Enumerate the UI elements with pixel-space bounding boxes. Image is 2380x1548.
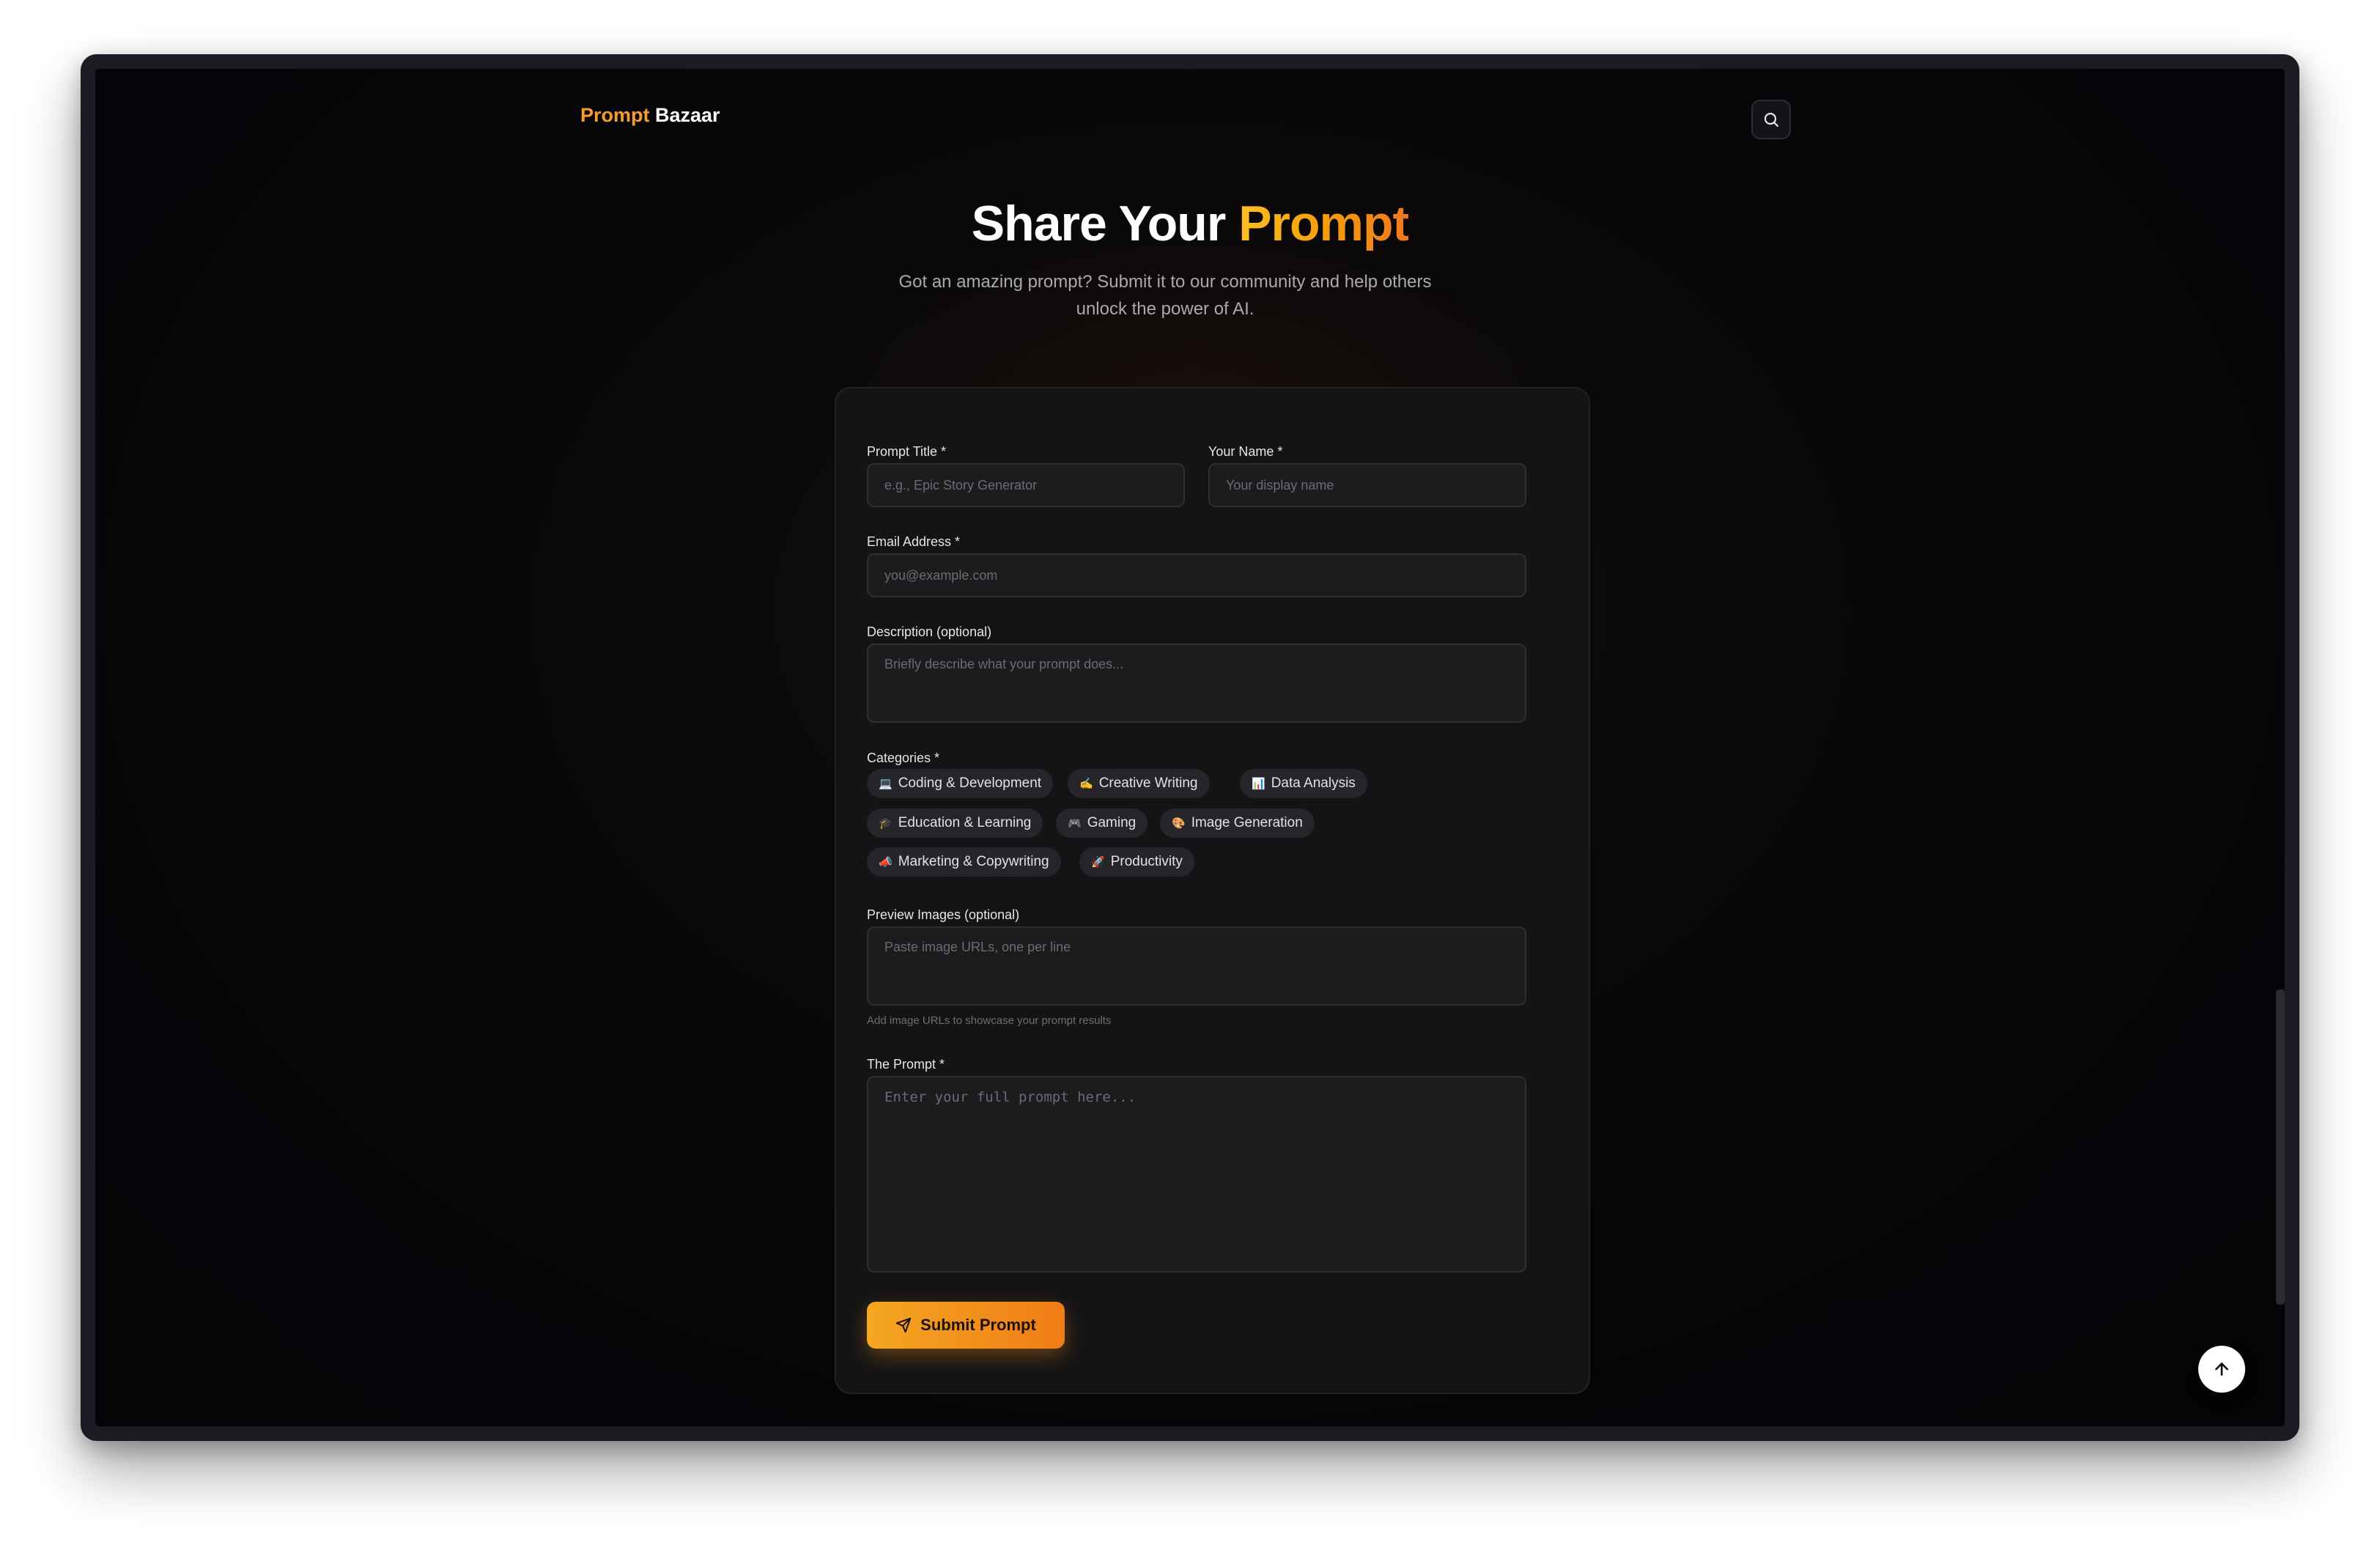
- preview-images-textarea[interactable]: [867, 926, 1526, 1006]
- preview-images-label: Preview Images (optional): [867, 907, 1020, 922]
- brand-name-rest: Bazaar: [649, 104, 720, 126]
- search-button[interactable]: [1751, 100, 1791, 139]
- category-chip-label: Creative Writing: [1098, 775, 1198, 791]
- browser-frame: Prompt Bazaar Share Your Prompt Got an a…: [81, 54, 2299, 1441]
- brand-logo[interactable]: Prompt Bazaar: [580, 104, 720, 127]
- page-title-plain: Share Your: [971, 196, 1239, 251]
- game-controller-icon: 🎮: [1068, 817, 1082, 830]
- email-input[interactable]: [867, 553, 1526, 597]
- category-chip-label: Education & Learning: [898, 815, 1032, 830]
- prompt-title-input[interactable]: [867, 463, 1185, 507]
- page-title-accent: Prompt: [1238, 196, 1409, 251]
- preview-images-hint: Add image URLs to showcase your prompt r…: [867, 1014, 1112, 1027]
- arrow-up-icon: [2215, 1363, 2228, 1376]
- category-chip-productivity[interactable]: 🚀 Productivity: [1079, 847, 1194, 877]
- description-label: Description (optional): [867, 624, 992, 639]
- prompt-label: The Prompt *: [867, 1057, 945, 1072]
- your-name-label: Your Name *: [1208, 444, 1283, 459]
- description-textarea[interactable]: [867, 644, 1526, 723]
- prompt-textarea[interactable]: [867, 1076, 1526, 1272]
- megaphone-icon: 📣: [879, 856, 892, 869]
- palette-icon: 🎨: [1172, 817, 1186, 830]
- your-name-input[interactable]: [1208, 463, 1526, 507]
- category-chip-label: Data Analysis: [1271, 775, 1356, 791]
- category-chip-label: Coding & Development: [898, 775, 1042, 791]
- page-subtitle: Got an amazing prompt? Submit it to our …: [898, 272, 1432, 319]
- laptop-icon: 💻: [879, 778, 892, 790]
- rocket-icon: 🚀: [1091, 856, 1105, 869]
- category-chip-education[interactable]: 🎓 Education & Learning: [867, 808, 1043, 838]
- page-scrollbar[interactable]: [2276, 989, 2285, 1305]
- category-chip-coding[interactable]: 💻 Coding & Development: [867, 769, 1054, 798]
- category-chip-data-analysis[interactable]: 📊 Data Analysis: [1240, 769, 1367, 798]
- email-label: Email Address *: [867, 534, 961, 549]
- category-chip-label: Marketing & Copywriting: [898, 854, 1049, 869]
- back-to-top-button[interactable]: [2198, 1346, 2245, 1393]
- category-chip-label: Productivity: [1110, 854, 1183, 869]
- prompt-title-label: Prompt Title *: [867, 444, 947, 459]
- category-chip-label: Gaming: [1087, 815, 1137, 830]
- submit-prompt-button[interactable]: Submit Prompt: [867, 1302, 1065, 1349]
- submit-prompt-label: Submit Prompt: [920, 1316, 1036, 1334]
- brand-name-accent: Prompt: [580, 104, 650, 126]
- search-icon: [1764, 112, 1779, 128]
- send-icon: [895, 1317, 912, 1333]
- page-viewport: Prompt Bazaar Share Your Prompt Got an a…: [95, 69, 2285, 1426]
- category-chip-marketing[interactable]: 📣 Marketing & Copywriting: [867, 847, 1061, 877]
- category-chip-gaming[interactable]: 🎮 Gaming: [1056, 808, 1148, 838]
- bar-chart-icon: 📊: [1252, 778, 1265, 790]
- category-chip-creative-writing[interactable]: ✍️ Creative Writing: [1068, 769, 1210, 798]
- writing-hand-icon: ✍️: [1079, 778, 1093, 790]
- category-chip-image-generation[interactable]: 🎨 Image Generation: [1160, 808, 1315, 838]
- categories-label: Categories *: [867, 751, 940, 765]
- graduation-cap-icon: 🎓: [879, 817, 892, 830]
- category-chip-label: Image Generation: [1191, 815, 1303, 830]
- page-title: Share Your Prompt: [95, 195, 2285, 252]
